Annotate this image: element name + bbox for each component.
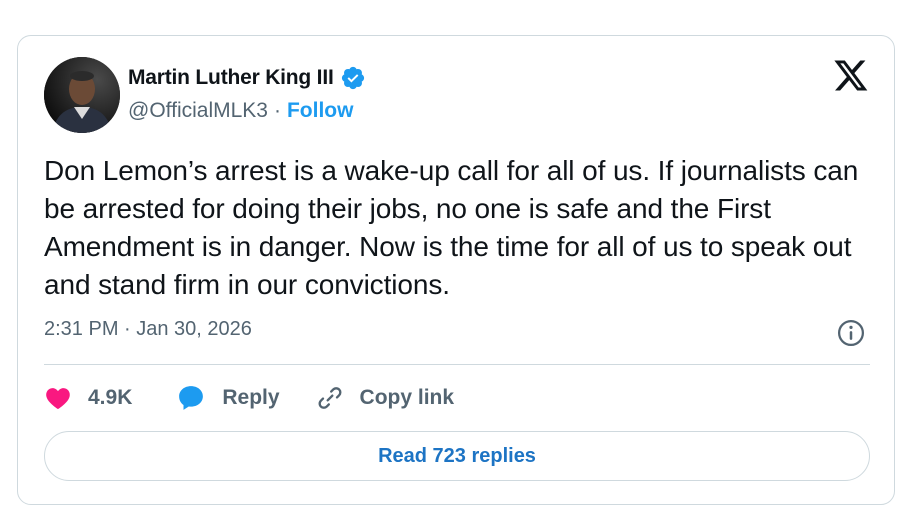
link-icon (316, 384, 344, 412)
copy-link-button[interactable]: Copy link (316, 384, 455, 412)
like-count: 4.9K (88, 386, 133, 409)
heart-icon (44, 384, 72, 412)
author-handle[interactable]: @OfficialMLK3 (128, 99, 268, 123)
author-name-row: Martin Luther King III (128, 64, 366, 92)
info-icon[interactable] (836, 318, 866, 348)
x-logo-icon[interactable] (833, 60, 869, 94)
divider (44, 364, 870, 365)
reply-label: Reply (222, 386, 280, 409)
follow-button[interactable]: Follow (287, 99, 354, 123)
tweet-card: Martin Luther King III @OfficialMLK3 · F… (17, 35, 895, 505)
read-replies-button[interactable]: Read 723 replies (44, 431, 870, 481)
tweet-text: Don Lemon’s arrest is a wake-up call for… (44, 155, 859, 300)
reply-bubble-icon (176, 383, 206, 413)
action-bar: 4.9K Reply Copy link (44, 380, 454, 416)
verified-badge-icon (340, 65, 366, 91)
author-handle-row: @OfficialMLK3 · Follow (128, 97, 353, 125)
copy-link-label: Copy link (359, 386, 455, 409)
avatar[interactable] (44, 57, 120, 133)
like-button[interactable]: 4.9K (44, 384, 132, 412)
handle-separator: · (273, 99, 281, 122)
tweet-timestamp[interactable]: 2:31 PM · Jan 30, 2026 (44, 318, 252, 341)
author-display-name[interactable]: Martin Luther King III (128, 66, 334, 90)
reply-button[interactable]: Reply (176, 383, 280, 413)
